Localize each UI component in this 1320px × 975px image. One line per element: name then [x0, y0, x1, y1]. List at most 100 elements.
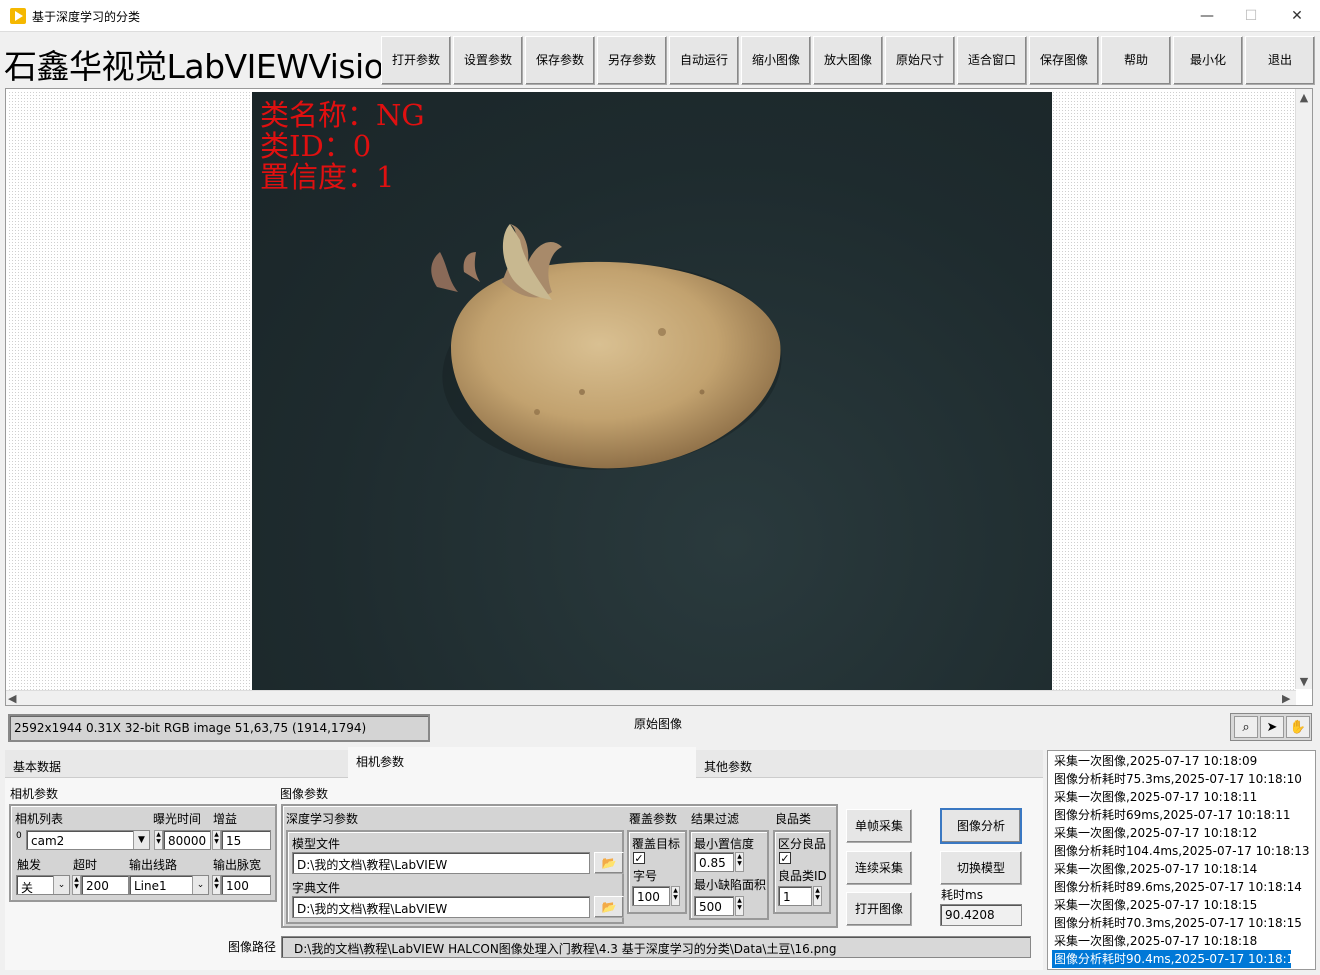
list-item[interactable]: 图像分析耗时69ms,2025-07-17 10:18:11	[1054, 806, 1294, 824]
dl-params-group: 模型文件 D:\我的文档\教程\LabVIEW 📂 字典文件 D:\我的文档\教…	[286, 830, 624, 924]
scroll-left-icon[interactable]: ◀	[8, 692, 16, 705]
image-info-bar: 2592x1944 0.31X 32-bit RGB image 51,63,7…	[8, 714, 430, 742]
tab-other-params[interactable]: 其他参数	[696, 750, 1043, 778]
toolbar-button-save-image[interactable]: 保存图像	[1029, 36, 1099, 85]
window-title: 基于深度学习的分类	[32, 10, 141, 24]
output-line-value: Line1	[134, 879, 167, 893]
toolbar-button-exit[interactable]: 退出	[1245, 36, 1315, 85]
scroll-up-icon[interactable]: ▲	[1296, 91, 1312, 104]
pulse-width-input[interactable]: 100	[221, 875, 271, 895]
toolbar-button-help[interactable]: 帮助	[1101, 36, 1171, 85]
list-item[interactable]: 采集一次图像,2025-07-17 10:18:14	[1054, 860, 1294, 878]
camera-list-dropdown[interactable]: cam2 ▼	[26, 830, 150, 850]
overlay-params-group: 覆盖目标 ✓ 字号 100 ▲ ▼	[627, 830, 687, 914]
maximize-window-button[interactable]: ☐	[1228, 0, 1274, 32]
zoom-tool-icon[interactable]: ⌕	[1234, 716, 1258, 738]
list-item[interactable]: 采集一次图像,2025-07-17 10:18:09	[1054, 752, 1294, 770]
scroll-down-icon[interactable]: ▼	[1296, 675, 1312, 688]
single-capture-button[interactable]: 单帧采集	[846, 809, 912, 843]
toolbar-button-save-as-params[interactable]: 另存参数	[597, 36, 667, 85]
minimize-window-button[interactable]: —	[1184, 0, 1230, 32]
image-params-group: 深度学习参数 覆盖参数 结果过滤 良品类 模型文件 D:\我的文档\教程\Lab…	[281, 804, 838, 928]
browse-dict-folder-icon[interactable]: 📂	[594, 896, 624, 918]
list-item[interactable]: 采集一次图像,2025-07-17 10:18:15	[1054, 896, 1294, 914]
exposure-stepper-icon[interactable]: ▲ ▼	[154, 830, 163, 850]
font-size-stepper-icon[interactable]: ▲ ▼	[671, 886, 680, 906]
model-file-label: 模型文件	[292, 837, 341, 851]
good-class-id-input[interactable]: 1	[778, 886, 812, 906]
gain-input[interactable]: 15	[221, 830, 271, 850]
camera-section-title: 相机参数	[10, 787, 59, 801]
switch-model-button[interactable]: 切换模型	[940, 851, 1022, 885]
scroll-right-icon[interactable]: ▶	[1282, 692, 1290, 705]
output-line-label: 输出线路	[129, 858, 178, 872]
tab-basic-data[interactable]: 基本数据	[5, 750, 348, 778]
trigger-dropdown[interactable]: 关 ⌄	[16, 875, 70, 895]
exposure-input[interactable]: 80000	[163, 830, 211, 850]
continuous-capture-button[interactable]: 连续采集	[846, 851, 912, 885]
min-defect-area-input[interactable]: 500	[694, 896, 734, 916]
chevron-down-icon[interactable]: ▼	[133, 831, 149, 849]
vertical-scrollbar[interactable]: ▲ ▼	[1295, 89, 1312, 689]
list-item[interactable]: 图像分析耗时70.3ms,2025-07-17 10:18:15	[1054, 914, 1302, 932]
toolbar-button-set-params[interactable]: 设置参数	[453, 36, 523, 85]
pulse-width-label: 输出脉宽	[213, 858, 262, 872]
open-image-button[interactable]: 打开图像	[846, 892, 912, 926]
timeout-stepper-icon[interactable]: ▲ ▼	[72, 875, 81, 895]
event-log-list[interactable]: 采集一次图像,2025-07-17 10:18:09 图像分析耗时75.3ms,…	[1047, 750, 1316, 970]
font-size-input[interactable]: 100	[632, 886, 670, 906]
list-item[interactable]: 采集一次图像,2025-07-17 10:18:11	[1054, 788, 1294, 806]
toolbar-button-original-size[interactable]: 原始尺寸	[885, 36, 955, 85]
min-confidence-stepper-icon[interactable]: ▲ ▼	[735, 852, 744, 872]
overlay-class-name: 类名称：NG	[260, 98, 425, 132]
browse-model-folder-icon[interactable]: 📂	[594, 852, 624, 874]
good-class-id-stepper-icon[interactable]: ▲ ▼	[813, 886, 822, 906]
timeout-input[interactable]: 200	[81, 875, 129, 895]
list-item[interactable]: 采集一次图像,2025-07-17 10:18:12	[1054, 824, 1294, 842]
pulse-stepper-icon[interactable]: ▲ ▼	[212, 875, 221, 895]
trigger-value: 关	[21, 881, 34, 895]
tab-camera-params[interactable]: 相机参数	[348, 747, 696, 778]
model-file-input[interactable]: D:\我的文档\教程\LabVIEW	[292, 852, 590, 874]
trigger-label: 触发	[17, 858, 42, 872]
chevron-down-icon[interactable]: ⌄	[192, 876, 208, 894]
distinguish-good-label: 区分良品	[778, 837, 827, 851]
overlay-target-checkbox[interactable]: ✓	[633, 852, 645, 864]
list-item[interactable]: 图像分析耗时75.3ms,2025-07-17 10:18:10	[1054, 770, 1302, 788]
min-confidence-input[interactable]: 0.85	[694, 852, 734, 872]
pointer-tool-icon[interactable]: ➤	[1260, 716, 1284, 738]
chevron-down-icon[interactable]: ⌄	[53, 876, 69, 894]
list-item[interactable]: 采集一次图像,2025-07-17 10:18:18	[1054, 932, 1294, 950]
gain-stepper-icon[interactable]: ▲ ▼	[212, 830, 221, 850]
font-size-label: 字号	[633, 869, 658, 883]
toolbar-button-fit-window[interactable]: 适合窗口	[957, 36, 1027, 85]
pan-hand-tool-icon[interactable]: ✋	[1286, 716, 1310, 738]
toolbar-button-minimize[interactable]: 最小化	[1173, 36, 1243, 85]
list-item[interactable]: 图像分析耗时104.4ms,2025-07-17 10:18:13	[1054, 842, 1310, 860]
analyze-image-button[interactable]: 图像分析	[940, 808, 1022, 844]
toolbar-button-open-params[interactable]: 打开参数	[381, 36, 451, 85]
brand-title: 石鑫华视觉LabVIEWVision	[4, 47, 404, 86]
exposure-label: 曝光时间	[153, 812, 202, 826]
toolbar-button-save-params[interactable]: 保存参数	[525, 36, 595, 85]
distinguish-good-checkbox[interactable]: ✓	[779, 852, 791, 864]
output-line-dropdown[interactable]: Line1 ⌄	[129, 875, 209, 895]
title-bar: 基于深度学习的分类 — ☐ ✕	[0, 0, 1320, 32]
good-class-title: 良品类	[775, 812, 812, 826]
close-window-button[interactable]: ✕	[1274, 0, 1320, 32]
image-viewer[interactable]: 类名称：NG 类ID：0 置信度：1 ▲ ▼ ◀ ▶	[5, 88, 1313, 706]
result-filter-title: 结果过滤	[691, 812, 740, 826]
toolbar-button-auto-run[interactable]: 自动运行	[669, 36, 739, 85]
list-item[interactable]: 图像分析耗时89.6ms,2025-07-17 10:18:14	[1054, 878, 1302, 896]
result-filter-group: 最小置信度 0.85 ▲ ▼ 最小缺陷面积 500 ▲ ▼	[689, 830, 769, 920]
toolbar-button-zoom-in[interactable]: 放大图像	[813, 36, 883, 85]
dict-file-input[interactable]: D:\我的文档\教程\LabVIEW	[292, 896, 590, 918]
image-path-field[interactable]: D:\我的文档\教程\LabVIEW HALCON图像处理入门教程\4.3 基于…	[281, 936, 1031, 958]
min-defect-area-stepper-icon[interactable]: ▲ ▼	[735, 896, 744, 916]
horizontal-scrollbar[interactable]: ◀ ▶	[6, 690, 1296, 705]
potato-image[interactable]: 类名称：NG 类ID：0 置信度：1	[252, 92, 1052, 692]
toolbar-button-zoom-out[interactable]: 缩小图像	[741, 36, 811, 85]
timeout-label: 超时	[73, 858, 98, 872]
list-item-selected[interactable]: 图像分析耗时90.4ms,2025-07-17 10:18:18	[1052, 950, 1302, 968]
elapsed-label: 耗时ms	[941, 888, 983, 902]
